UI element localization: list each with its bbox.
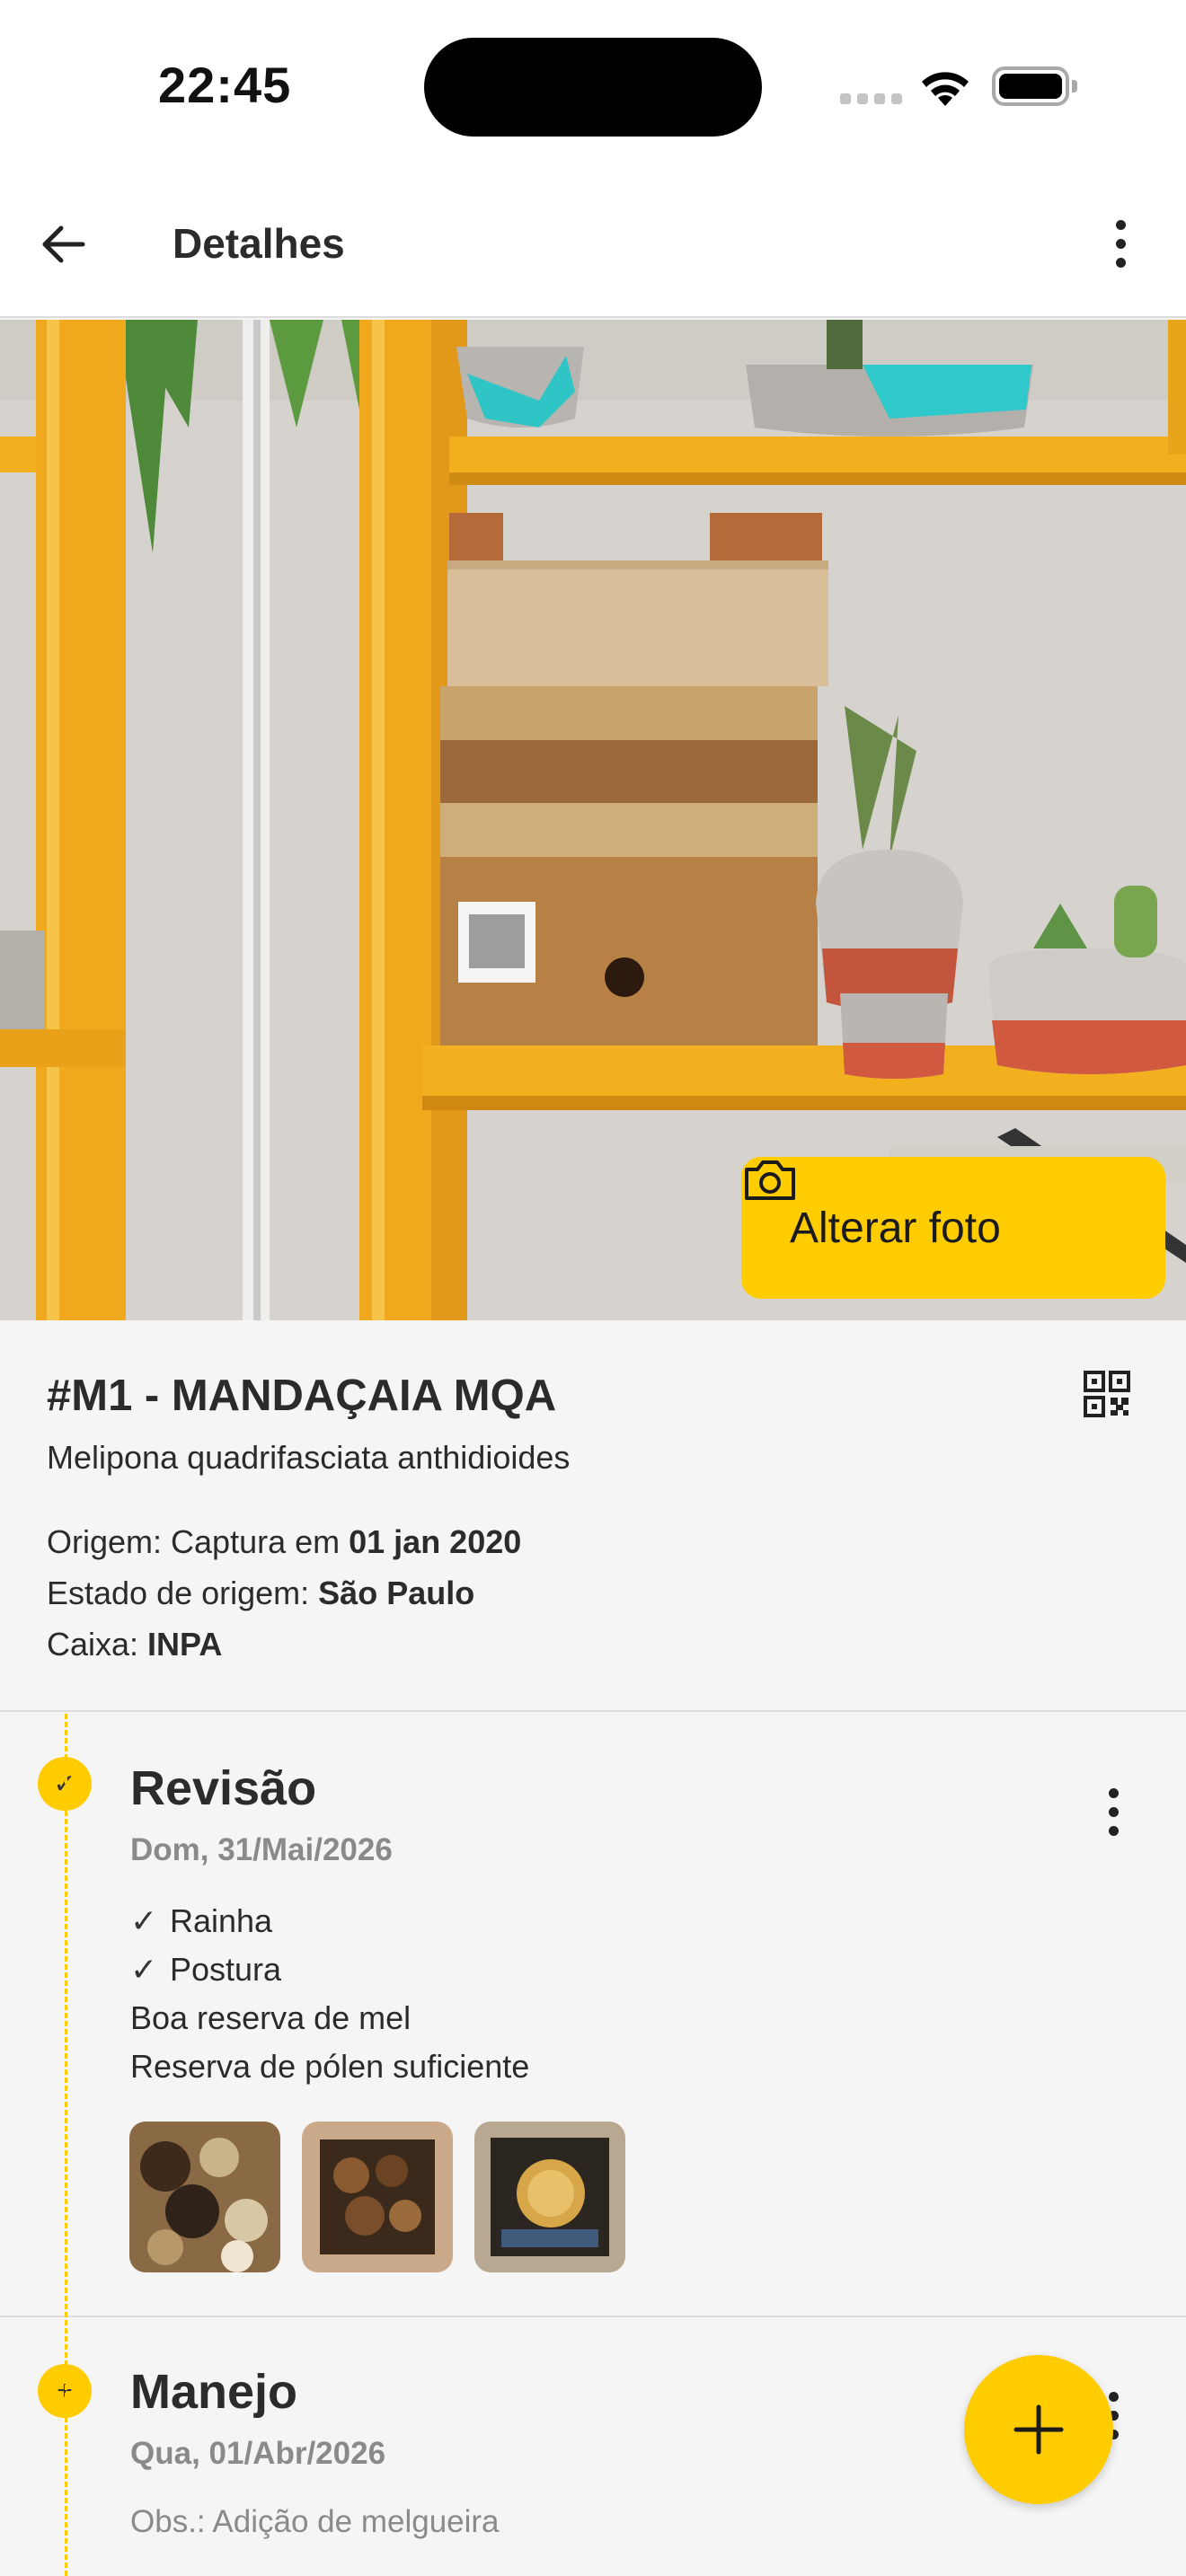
app-bar: Detalhes xyxy=(0,171,1186,318)
back-button[interactable] xyxy=(34,216,92,273)
battery-icon xyxy=(992,66,1077,106)
entry-date: Qua, 01/Abr/2026 xyxy=(130,2436,386,2471)
change-photo-button[interactable]: Alterar foto xyxy=(741,1157,1165,1299)
note-line: Reserva de pólen suficiente xyxy=(130,2048,530,2085)
entry-photo-thumbnail[interactable] xyxy=(302,2122,453,2272)
origin-label: Origem: Captura em xyxy=(47,1523,350,1560)
status-time: 22:45 xyxy=(158,57,292,113)
timeline-line xyxy=(65,1714,67,2576)
entry-photo-thumbnail[interactable] xyxy=(474,2122,625,2272)
note-line: Boa reserva de mel xyxy=(130,1999,412,2036)
page-title: Detalhes xyxy=(173,220,345,267)
entry-date: Dom, 31/Mai/2026 xyxy=(130,1832,393,1867)
state-line: Estado de origem: São Paulo xyxy=(47,1575,474,1612)
state-label: Estado de origem: xyxy=(47,1575,319,1611)
box-label: Caixa: xyxy=(47,1626,148,1663)
more-vertical-icon[interactable] xyxy=(1098,212,1143,275)
timeline-entry[interactable]: ✓ Revisão Dom, 31/Mai/2026 ✓ Rainha ✓ Post… xyxy=(0,1714,1186,2317)
entry-title: Revisão xyxy=(130,1761,317,1815)
check-icon: ✓ xyxy=(130,1902,158,1939)
check-item-label: Rainha xyxy=(170,1902,273,1939)
change-photo-label: Alterar foto xyxy=(790,1204,1001,1252)
hive-title: #M1 - MANDAÇAIA MQA xyxy=(47,1372,557,1420)
species-name: Melipona quadrifasciata anthidioides xyxy=(47,1439,571,1476)
more-vertical-icon[interactable] xyxy=(1091,1780,1136,1843)
box-line: Caixa: INPA xyxy=(47,1626,222,1663)
wifi-icon xyxy=(922,72,969,106)
entry-observation: Obs.: Adição de melgueira xyxy=(130,2504,500,2539)
entry-photo-thumbnail[interactable] xyxy=(129,2122,280,2272)
qr-code-icon[interactable] xyxy=(1084,1371,1130,1417)
box-value: INPA xyxy=(147,1626,223,1663)
origin-value: 01 jan 2020 xyxy=(349,1523,522,1560)
plus-icon xyxy=(1013,2404,1064,2455)
cellular-signal-icon xyxy=(840,93,903,106)
state-value: São Paulo xyxy=(318,1575,475,1611)
entry-title: Manejo xyxy=(130,2365,298,2419)
check-item: ✓ Rainha xyxy=(130,1902,272,1940)
origin-line: Origem: Captura em 01 jan 2020 xyxy=(47,1523,521,1561)
dynamic-island xyxy=(424,38,762,137)
hive-photo: Alterar foto xyxy=(0,320,1186,1320)
check-icon: ✓ xyxy=(130,1951,158,1988)
check-item-label: Postura xyxy=(170,1951,282,1988)
hive-info: #M1 - MANDAÇAIA MQA Melipona quadrifasci… xyxy=(0,1320,1186,1712)
check-item: ✓ Postura xyxy=(130,1951,281,1989)
camera-icon xyxy=(745,1160,795,1200)
status-bar: 22:45 xyxy=(0,0,1186,171)
arrow-left-icon xyxy=(42,225,85,263)
add-entry-button[interactable] xyxy=(964,2355,1113,2504)
